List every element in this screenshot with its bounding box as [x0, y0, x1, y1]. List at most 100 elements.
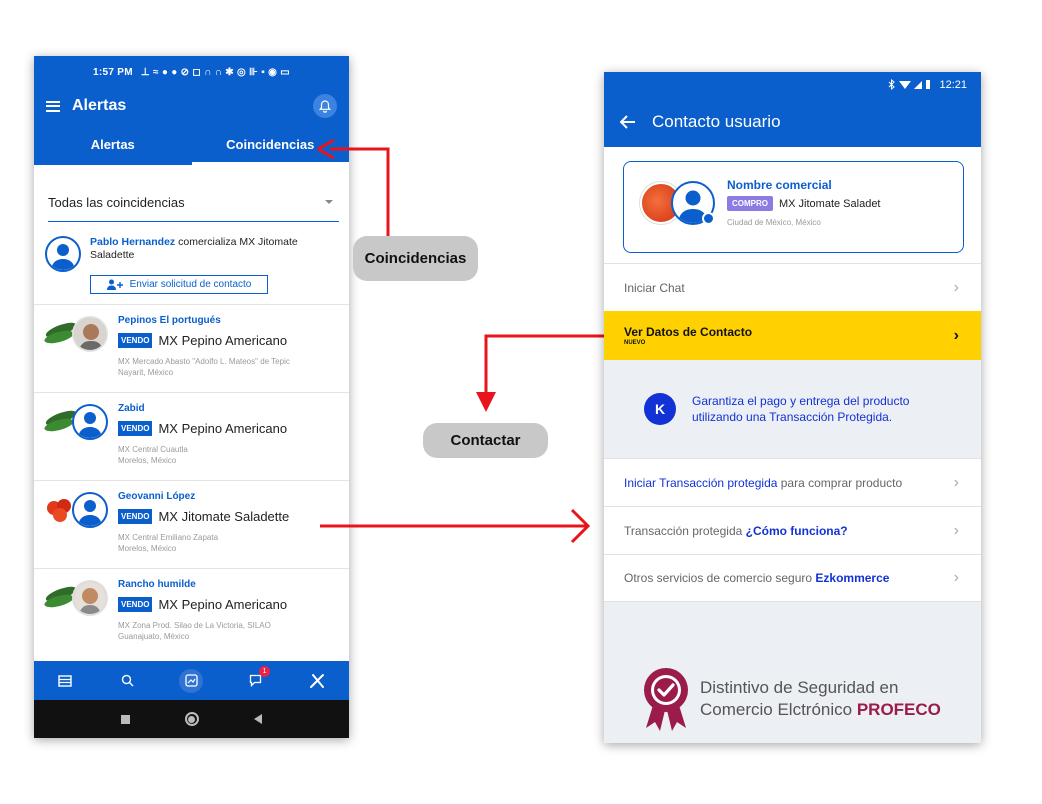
profeco-text: Distintivo de Seguridad en Comercio Elct…: [700, 677, 941, 721]
location: Ciudad de México, México: [727, 218, 821, 227]
recents-icon[interactable]: [121, 714, 131, 724]
location-line: MX Zona Prod. Silao de La Victoria, SILA…: [118, 621, 271, 630]
chevron-right-icon: ›: [953, 278, 959, 296]
verified-icon: [702, 212, 715, 225]
app-bar: Alertas: [34, 89, 349, 123]
vendo-badge: VENDO: [118, 421, 153, 436]
product-name: MX Pepino Americano: [158, 421, 288, 436]
location-line: Morelos, México: [118, 455, 177, 465]
avatar: [72, 492, 108, 528]
chevron-right-icon: ›: [953, 326, 959, 344]
bell-icon[interactable]: [313, 94, 337, 118]
status-time: 12:21: [939, 78, 967, 91]
other-services-row[interactable]: Otros servicios de comercio seguro Ezkom…: [604, 554, 981, 602]
offer-line: COMPRO MX Jitomate Saladet: [727, 196, 881, 211]
filter-value: Todas las coincidencias: [48, 194, 185, 210]
tabs: Alertas Coincidencias: [34, 123, 349, 165]
home-icon[interactable]: [184, 712, 199, 726]
compro-badge: COMPRO: [727, 196, 773, 211]
new-tag: NUEVO: [624, 340, 646, 346]
offer-line: VENDO MX Jitomate Saladette: [118, 509, 289, 524]
status-bar: 12:21: [604, 72, 981, 97]
seller-name[interactable]: Geovanni López: [118, 491, 195, 502]
status-icons: [889, 79, 931, 90]
match-user[interactable]: Pablo Hernandez: [90, 236, 175, 248]
ezkommerce-link[interactable]: Ezkommerce: [815, 571, 889, 585]
app-bar: Contacto usuario: [604, 97, 981, 147]
back-icon[interactable]: [253, 714, 262, 724]
status-icons: ⊥ ≈ ● ● ⊘ ◻ ∩ ∩ ✱ ◎ ⊪ ▪ ◉ ▭: [140, 67, 291, 78]
vendo-badge: VENDO: [118, 597, 153, 612]
user-card[interactable]: Nombre comercial COMPRO MX Jitomate Sala…: [623, 161, 964, 253]
menu-icon[interactable]: [46, 100, 60, 112]
contactar-callout: Contactar: [423, 423, 548, 458]
start-protected-transaction-row[interactable]: Iniciar Transacción protegida para compr…: [604, 458, 981, 506]
coincidencias-callout: Coincidencias: [353, 236, 478, 281]
list-item[interactable]: Zabid VENDO MX Pepino Americano MX Centr…: [34, 393, 349, 481]
offer-line: VENDO MX Pepino Americano: [118, 421, 287, 436]
start-protected-transaction-link[interactable]: Iniciar Transacción protegida: [624, 476, 777, 490]
avatar: [72, 316, 108, 352]
list-item[interactable]: Rancho humilde VENDO MX Pepino Americano…: [34, 569, 349, 657]
start-protected-transaction-text: para comprar producto: [777, 475, 903, 490]
product-name: MX Jitomate Saladet: [779, 197, 881, 210]
offer-line: VENDO MX Pepino Americano: [118, 333, 287, 348]
ezkommerce-logo: K: [644, 393, 676, 425]
tab-coincidencias[interactable]: Coincidencias: [191, 123, 350, 165]
location: MX Central Cuautla Morelos, México: [118, 445, 338, 467]
list-item[interactable]: Geovanni López VENDO MX Jitomate Saladet…: [34, 481, 349, 569]
product-name: MX Jitomate Saladette: [158, 509, 290, 524]
match-text: Pablo Hernandez comercializa MX Jitomate…: [90, 236, 340, 261]
seller-name[interactable]: Rancho humilde: [118, 579, 196, 590]
list-item[interactable]: Pepinos El portugués VENDO MX Pepino Ame…: [34, 305, 349, 393]
seller-name[interactable]: Zabid: [118, 403, 145, 414]
alerts-nav-icon[interactable]: [179, 668, 204, 693]
add-user-icon: [106, 279, 123, 290]
location-line: MX Central Emiliano Zapata: [118, 533, 219, 542]
how-it-works-link[interactable]: ¿Cómo funciona?: [746, 524, 848, 538]
avatar: [45, 236, 81, 272]
bottom-navigation: 1: [34, 661, 349, 700]
location-line: Guanajuato, México: [118, 631, 190, 641]
how-it-works-row[interactable]: Transacción protegida ¿Cómo funciona? ›: [604, 506, 981, 554]
chevron-right-icon: ›: [953, 473, 959, 491]
filter-select[interactable]: Todas las coincidencias: [48, 183, 339, 222]
profeco-line-1: Distintivo de Seguridad en: [700, 677, 899, 697]
profeco-line-2: Comercio Elctrónico: [700, 700, 857, 719]
system-navigation: [34, 700, 349, 738]
location-line: Morelos, México: [118, 543, 177, 553]
stage: 1:57 PM ⊥ ≈ ● ● ⊘ ◻ ∩ ∩ ✱ ◎ ⊪ ▪ ◉ ▭ Aler…: [0, 0, 1042, 804]
view-contact-data-row[interactable]: Ver Datos de Contacto NUEVO ›: [604, 311, 981, 360]
contactar-arrow: [484, 334, 604, 398]
chevron-right-icon: ›: [953, 569, 959, 586]
user-card-area: Nombre comercial COMPRO MX Jitomate Sala…: [604, 147, 981, 263]
location: MX Central Emiliano Zapata Morelos, Méxic…: [118, 533, 338, 555]
back-arrow-icon[interactable]: [620, 115, 636, 129]
offer-line: VENDO MX Pepino Americano: [118, 597, 287, 612]
vendo-badge: VENDO: [118, 509, 153, 524]
tools-icon[interactable]: [307, 670, 329, 692]
location-line: MX Mercado Abasto "Adolfo L. Mateos" de …: [118, 357, 290, 366]
vendo-badge: VENDO: [118, 333, 153, 348]
link-arrowhead: [570, 508, 591, 544]
start-chat-label: Iniciar Chat: [624, 280, 685, 295]
view-contact-data-label: Ver Datos de Contacto: [624, 325, 753, 339]
messages-icon[interactable]: 1: [244, 665, 271, 692]
product-name: MX Pepino Americano: [158, 597, 288, 612]
chevron-right-icon: ›: [953, 521, 959, 539]
page-title: Alertas: [72, 97, 127, 114]
chevron-down-icon: [325, 200, 333, 204]
start-chat-row[interactable]: Iniciar Chat ›: [604, 263, 981, 311]
location: MX Mercado Abasto "Adolfo L. Mateos" de …: [118, 357, 338, 379]
search-icon[interactable]: [117, 670, 139, 692]
profeco-brand: PROFECO: [856, 700, 941, 719]
list-item[interactable]: Pablo Hernandez comercializa MX Jitomate…: [34, 231, 349, 305]
profeco-seal: Distintivo de Seguridad en Comercio Elct…: [640, 666, 941, 732]
protected-transaction-promo: K Garantiza el pago y entrega del produc…: [604, 360, 981, 458]
seller-name[interactable]: Pepinos El portugués: [118, 315, 221, 326]
send-contact-request-button[interactable]: Enviar solicitud de contacto: [90, 275, 268, 294]
tab-alertas[interactable]: Alertas: [34, 123, 192, 165]
list-icon[interactable]: [54, 670, 76, 692]
status-time: 1:57 PM: [92, 67, 133, 78]
how-it-works-prefix: Transacción protegida: [624, 523, 746, 538]
